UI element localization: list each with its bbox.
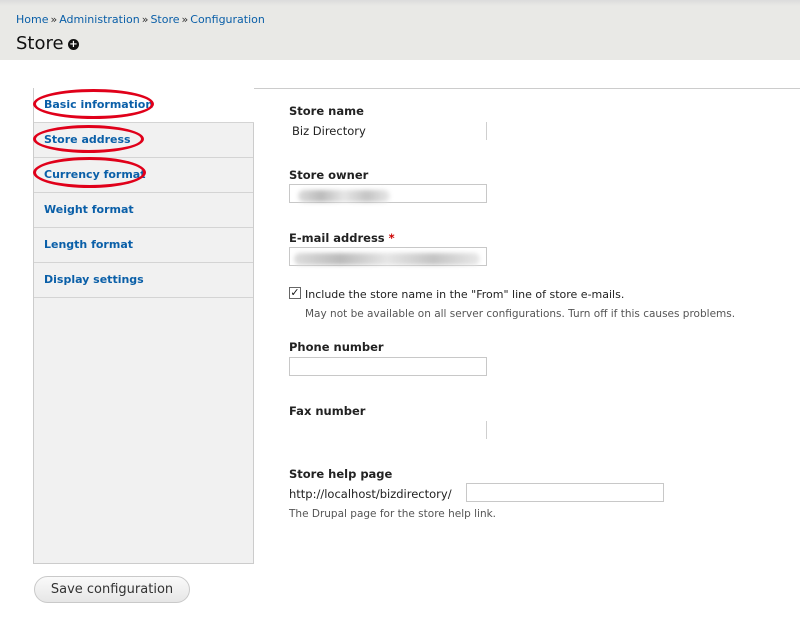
- from-line-description: May not be available on all server confi…: [305, 308, 736, 320]
- breadcrumb-separator: »: [50, 13, 58, 26]
- redacted-value: [298, 190, 390, 202]
- breadcrumb: Home» Administration» Store» Configuration: [16, 13, 265, 26]
- from-line-checkbox[interactable]: ✓: [289, 287, 301, 299]
- annotation-ring: [33, 157, 146, 188]
- annotation-ring: [33, 125, 144, 153]
- tab-label: Weight format: [44, 203, 134, 216]
- phone-field[interactable]: [289, 357, 487, 376]
- breadcrumb-administration[interactable]: Administration: [59, 13, 140, 26]
- tab-label: Display settings: [44, 273, 144, 286]
- fax-label: Fax number: [289, 404, 366, 418]
- add-shortcut-icon[interactable]: +: [68, 39, 79, 50]
- store-name-value[interactable]: Biz Directory: [292, 124, 366, 138]
- breadcrumb-separator: »: [181, 13, 189, 26]
- breadcrumb-store[interactable]: Store: [150, 13, 179, 26]
- help-page-prefix: http://localhost/bizdirectory/: [289, 487, 452, 501]
- email-label: E-mail address *: [289, 231, 395, 245]
- help-page-description: The Drupal page for the store help link.: [289, 508, 497, 520]
- breadcrumb-configuration[interactable]: Configuration: [190, 13, 265, 26]
- save-configuration-button[interactable]: Save configuration: [34, 576, 190, 603]
- page-title: Store: [16, 33, 64, 54]
- annotation-ring: [33, 89, 154, 119]
- store-name-label: Store name: [289, 104, 364, 118]
- help-page-field[interactable]: [466, 483, 664, 502]
- help-page-label: Store help page: [289, 467, 393, 481]
- page-header: Home» Administration» Store» Configuration …: [0, 0, 800, 60]
- field-edge: [486, 122, 487, 140]
- tab-label: Length format: [44, 238, 134, 251]
- required-marker: *: [388, 231, 395, 245]
- tab-weight-format[interactable]: Weight format: [34, 193, 253, 228]
- redacted-value: [294, 253, 480, 265]
- phone-label: Phone number: [289, 340, 384, 354]
- store-owner-label: Store owner: [289, 168, 369, 182]
- breadcrumb-home[interactable]: Home: [16, 13, 48, 26]
- from-line-label: Include the store name in the "From" lin…: [305, 288, 625, 301]
- breadcrumb-separator: »: [141, 13, 149, 26]
- tab-display-settings[interactable]: Display settings: [34, 263, 253, 298]
- fax-field[interactable]: [486, 421, 487, 439]
- tab-length-format[interactable]: Length format: [34, 228, 253, 263]
